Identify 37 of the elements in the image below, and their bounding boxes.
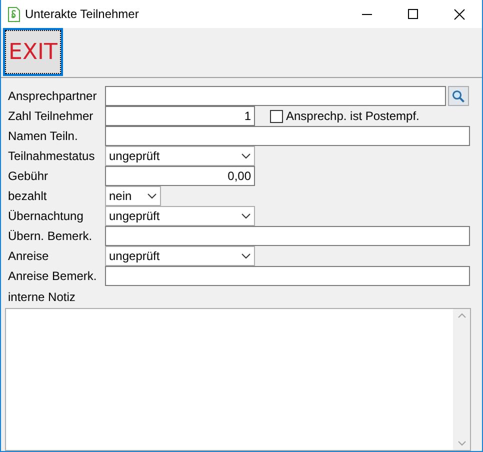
chevron-icon bbox=[241, 213, 251, 219]
scrollbar[interactable] bbox=[453, 309, 470, 450]
close-icon bbox=[454, 8, 464, 20]
field-label: bezahlt bbox=[8, 189, 48, 203]
field-label: Namen Teiln. bbox=[8, 129, 79, 143]
input-field[interactable] bbox=[105, 226, 470, 246]
input-field[interactable] bbox=[105, 266, 470, 286]
scroll-down-icon bbox=[458, 441, 466, 446]
input-field[interactable]: 1 bbox=[105, 106, 255, 126]
checkbox[interactable] bbox=[270, 110, 283, 122]
dropdown[interactable]: ungeprüft bbox=[105, 206, 255, 226]
scroll-up-icon bbox=[458, 313, 466, 318]
field-label: Übern. Bemerk. bbox=[8, 229, 94, 243]
field-label: Ansprechpartner bbox=[8, 89, 98, 103]
notes-label: interne Notiz bbox=[7, 289, 76, 306]
field-label: Zahl Teilnehmer bbox=[8, 109, 94, 123]
field-label: Teilnahmestatus bbox=[8, 149, 96, 163]
field-label: Anreise Bemerk. bbox=[8, 269, 98, 283]
dropdown[interactable]: ungeprüft bbox=[105, 146, 255, 166]
chevron-icon bbox=[241, 253, 251, 259]
chevron-icon bbox=[241, 153, 251, 159]
chevron-icon bbox=[147, 193, 157, 199]
search-icon bbox=[452, 90, 465, 102]
input-field[interactable]: 0,00 bbox=[105, 166, 255, 186]
input-field[interactable] bbox=[105, 86, 446, 106]
dropdown[interactable]: nein bbox=[105, 186, 161, 206]
exit-button[interactable]: EXIT bbox=[3, 28, 63, 76]
search-button[interactable] bbox=[448, 86, 469, 106]
maximize-icon bbox=[408, 9, 418, 19]
field-label: Übernachtung bbox=[8, 209, 84, 223]
window-title: Unterakte Teilnehmer bbox=[25, 7, 140, 21]
field-label: Anreise bbox=[8, 249, 50, 263]
input-field[interactable] bbox=[105, 126, 470, 146]
dropdown[interactable]: ungeprüft bbox=[105, 246, 255, 266]
checkbox-label: Ansprechp. ist Postempf. bbox=[286, 109, 420, 123]
field-label: Gebühr bbox=[8, 169, 50, 183]
app-icon bbox=[8, 6, 20, 22]
